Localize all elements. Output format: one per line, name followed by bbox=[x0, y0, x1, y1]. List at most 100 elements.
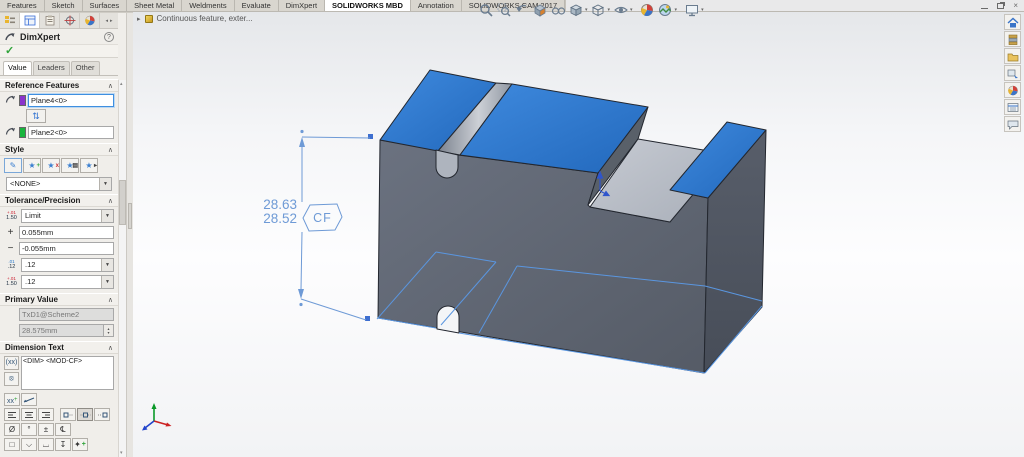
view-settings-dropdown-arrow[interactable]: ▾ bbox=[701, 7, 704, 13]
tolerance-plus-field[interactable]: 0.055mm bbox=[19, 226, 114, 239]
collapse-chevron-icon[interactable]: ∧ bbox=[108, 344, 113, 352]
display-style-dropdown-arrow[interactable]: ▾ bbox=[608, 7, 611, 13]
display-style-button[interactable] bbox=[590, 2, 607, 18]
hide-show-items-button[interactable] bbox=[612, 2, 629, 18]
breadcrumb[interactable]: ▸ Continuous feature, exter... bbox=[137, 13, 253, 24]
plane1-field[interactable]: Plane4<0> bbox=[28, 94, 114, 107]
panel-splitter[interactable] bbox=[126, 13, 133, 457]
collapse-chevron-icon[interactable]: ∧ bbox=[108, 146, 113, 154]
view-palette-button[interactable] bbox=[1004, 65, 1021, 81]
file-explorer-button[interactable] bbox=[1004, 48, 1021, 64]
solidworks-resources-button[interactable] bbox=[1004, 14, 1021, 30]
edit-appearance-button[interactable] bbox=[639, 2, 656, 18]
counterbore-symbol-button[interactable]: ⌴ bbox=[38, 438, 54, 451]
display-manager-tab[interactable] bbox=[80, 13, 100, 28]
tab-value[interactable]: Value bbox=[3, 61, 32, 75]
tab-solidworks-mbd[interactable]: SOLIDWORKS MBD bbox=[325, 0, 411, 11]
collapse-chevron-icon[interactable]: ∧ bbox=[108, 296, 113, 304]
depth-symbol-button[interactable]: ↧ bbox=[55, 438, 71, 451]
add-value-button[interactable]: xx+ bbox=[4, 393, 20, 406]
zoom-to-fit-button[interactable] bbox=[477, 2, 494, 18]
scrollbar-thumb[interactable] bbox=[119, 180, 126, 225]
help-icon[interactable]: ? bbox=[104, 32, 114, 42]
value-spinner[interactable]: ▴▾ bbox=[104, 324, 114, 337]
justify-left-button[interactable] bbox=[4, 408, 20, 421]
scroll-up-icon[interactable]: ▴ bbox=[120, 81, 123, 87]
configuration-manager-tab[interactable] bbox=[40, 13, 60, 28]
tab-surfaces[interactable]: Surfaces bbox=[83, 0, 128, 11]
tab-evaluate[interactable]: Evaluate bbox=[235, 0, 279, 11]
dimension-text-input[interactable] bbox=[21, 356, 114, 390]
design-library-button[interactable] bbox=[1004, 31, 1021, 47]
property-manager-tab[interactable] bbox=[20, 13, 40, 28]
view-orientation-button[interactable] bbox=[567, 2, 584, 18]
diameter-symbol-button[interactable]: Ø bbox=[4, 423, 20, 436]
dropdown-arrow-icon[interactable]: ▼ bbox=[101, 259, 113, 271]
section-tolerance-precision[interactable]: Tolerance/Precision ∧ bbox=[0, 194, 118, 207]
plus-minus-symbol-button[interactable]: ± bbox=[38, 423, 54, 436]
appearances-scenes-button[interactable] bbox=[1004, 82, 1021, 98]
graphics-area[interactable] bbox=[133, 12, 1024, 457]
more-symbols-button[interactable]: ✦+ bbox=[72, 438, 88, 451]
centerline-symbol-button[interactable]: ℄ bbox=[55, 423, 71, 436]
splitter-grip[interactable] bbox=[128, 203, 132, 229]
collapse-chevron-icon[interactable]: ∧ bbox=[108, 82, 113, 90]
hide-show-dropdown-arrow[interactable]: ▾ bbox=[630, 7, 633, 13]
zoom-to-area-button[interactable] bbox=[495, 2, 512, 18]
custom-properties-button[interactable] bbox=[1004, 99, 1021, 115]
section-primary-value[interactable]: Primary Value ∧ bbox=[0, 293, 118, 306]
apply-scene-dropdown-arrow[interactable]: ▾ bbox=[675, 7, 678, 13]
justify-center-button[interactable] bbox=[21, 408, 37, 421]
load-style-button[interactable]: ★▸ bbox=[80, 158, 98, 173]
text-position-left-button[interactable] bbox=[60, 408, 76, 421]
save-style-button[interactable]: ★▤ bbox=[61, 158, 79, 173]
expand-arrow-icon[interactable]: ▸ bbox=[137, 15, 141, 23]
unit-precision-dropdown[interactable]: .12 ▼ bbox=[21, 258, 114, 272]
plane2-field[interactable]: Plane2<0> bbox=[28, 126, 114, 139]
dropdown-arrow-icon[interactable]: ▼ bbox=[101, 210, 113, 222]
text-position-center-button[interactable] bbox=[77, 408, 93, 421]
restore-button[interactable] bbox=[997, 3, 1004, 9]
panel-scrollbar[interactable]: ▴ ▾ bbox=[118, 80, 126, 457]
justify-right-button[interactable] bbox=[38, 408, 54, 421]
close-button[interactable]: × bbox=[1013, 2, 1018, 10]
ok-button[interactable]: ✓ bbox=[5, 46, 14, 57]
add-parenthesis-button[interactable]: (xx) bbox=[4, 356, 19, 370]
tab-features[interactable]: Features bbox=[0, 0, 45, 11]
scroll-down-icon[interactable]: ▾ bbox=[120, 450, 123, 456]
dynamic-annotation-views-button[interactable] bbox=[549, 2, 566, 18]
inspection-dimension-button[interactable]: ⦻ bbox=[4, 372, 19, 386]
dimension-leader-button[interactable] bbox=[21, 393, 37, 406]
add-style-button[interactable]: ★+ bbox=[23, 158, 41, 173]
swap-references-button[interactable]: ⇅ bbox=[26, 109, 46, 123]
tolerance-minus-field[interactable]: -0.055mm bbox=[19, 242, 114, 255]
style-preset-dropdown[interactable]: <NONE> ▼ bbox=[6, 177, 112, 191]
tab-annotation[interactable]: Annotation bbox=[411, 0, 462, 11]
dropdown-arrow-icon[interactable]: ▼ bbox=[99, 178, 111, 190]
text-position-right-button[interactable] bbox=[94, 408, 110, 421]
section-dimension-text[interactable]: Dimension Text ∧ bbox=[0, 341, 118, 354]
view-orientation-dropdown-arrow[interactable]: ▾ bbox=[585, 7, 588, 13]
tab-sheet-metal[interactable]: Sheet Metal bbox=[127, 0, 182, 11]
countersink-symbol-button[interactable]: ⌵ bbox=[21, 438, 37, 451]
tolerance-type-dropdown[interactable]: Limit ▼ bbox=[21, 209, 114, 223]
tab-other[interactable]: Other bbox=[71, 61, 100, 75]
apply-scene-button[interactable] bbox=[657, 2, 674, 18]
dropdown-arrow-icon[interactable]: ▼ bbox=[101, 276, 113, 288]
feature-manager-tab[interactable] bbox=[0, 13, 20, 28]
tab-leaders[interactable]: Leaders bbox=[33, 61, 70, 75]
view-settings-button[interactable] bbox=[683, 2, 700, 18]
delete-style-button[interactable]: ★x bbox=[42, 158, 60, 173]
section-style[interactable]: Style ∧ bbox=[0, 143, 118, 156]
collapse-chevron-icon[interactable]: ∧ bbox=[108, 197, 113, 205]
manager-tab-overflow[interactable]: ◂▸ bbox=[100, 13, 118, 28]
previous-view-button[interactable] bbox=[513, 2, 530, 18]
apply-default-style-button[interactable]: ✎ bbox=[4, 158, 22, 173]
minimize-button[interactable] bbox=[981, 4, 988, 9]
section-reference-features[interactable]: Reference Features ∧ bbox=[0, 79, 118, 92]
tolerance-precision-dropdown[interactable]: .12 ▼ bbox=[21, 275, 114, 289]
tab-dimxpert[interactable]: DimXpert bbox=[279, 0, 325, 11]
dimxpert-manager-tab[interactable] bbox=[60, 13, 80, 28]
solidworks-forum-button[interactable] bbox=[1004, 116, 1021, 132]
tab-sketch[interactable]: Sketch bbox=[45, 0, 83, 11]
